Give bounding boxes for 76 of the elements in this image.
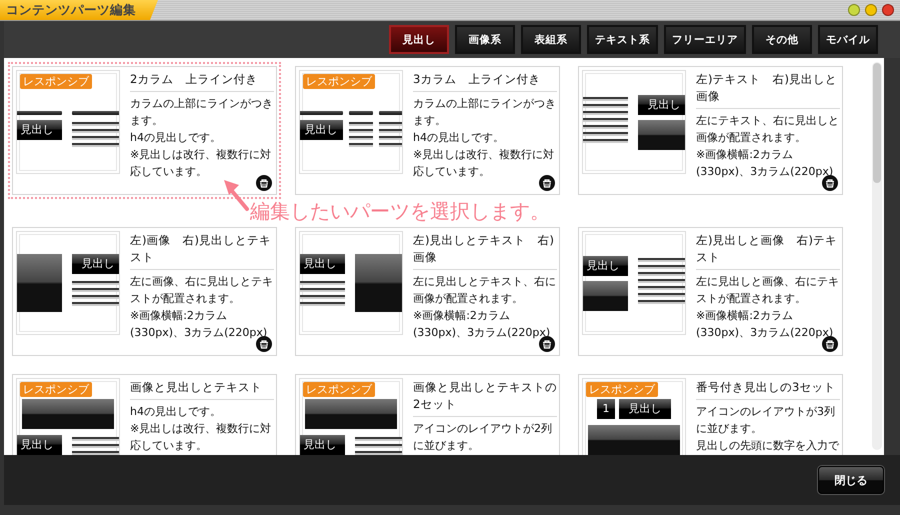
heading-label: 見出し	[300, 120, 343, 140]
rule-bar	[379, 111, 402, 115]
part-description: カラムの上部にラインがつきます。	[130, 96, 274, 129]
text-lines-icon	[638, 256, 685, 304]
part-description: h4の見出しです。	[130, 404, 222, 420]
number-label: 1	[597, 399, 615, 419]
part-description: 左に見出しと画像、右にテキストが配置されます。	[696, 274, 840, 307]
text-lines-icon	[300, 279, 345, 306]
image-block	[583, 280, 628, 310]
part-title: 番号付き見出しの3セット	[696, 375, 840, 400]
rule-bar	[17, 111, 62, 115]
heading-label: 見出し	[619, 399, 671, 419]
part-description: ※見出しは改行、複数行に対応しています。	[130, 147, 272, 180]
responsive-badge: レスポンシブ	[20, 382, 92, 397]
rule-bar	[349, 111, 373, 115]
part-description: 左に画像、右に見出しとテキストが配置されます。	[130, 274, 274, 307]
category-tab[interactable]: 画像系	[455, 25, 515, 54]
part-card[interactable]: レスポンシブ 見出し 2カラム 上ライン付き カラムの上部にラインがつきます。 h4の見出しです。 ※見出しは改行、複数行に対応しています。	[8, 62, 281, 199]
callout-text: 編集したいパーツを選択します。	[250, 198, 550, 224]
part-description: ※見出しは改行、複数行に対応しています。	[413, 147, 556, 180]
part-title: 3カラム 上ライン付き	[413, 67, 557, 92]
part-description: ※画像横幅:2カラム(330px)、3カラム(220px)	[413, 308, 552, 341]
part-title: 画像と見出しとテキストの2セット	[413, 375, 557, 417]
category-tab[interactable]: モバイル	[818, 25, 878, 54]
part-description: h4の見出しです。	[130, 130, 222, 146]
trash-icon[interactable]	[539, 175, 555, 191]
part-title: 左)見出しと画像 右)テキスト	[696, 228, 840, 270]
part-description: アイコンのレイアウトが2列に並びます。	[413, 421, 553, 454]
part-title: 左)テキスト 右)見出しと画像	[696, 67, 840, 109]
heading-label: 見出し	[300, 435, 345, 455]
part-title: 左)見出しとテキスト 右)画像	[413, 228, 557, 270]
category-tab[interactable]: テキスト系	[587, 25, 658, 54]
part-description: 左にテキスト、右に見出しと画像が配置されます。	[696, 113, 840, 146]
trash-icon[interactable]	[256, 175, 272, 191]
text-lines-icon	[72, 279, 119, 306]
heading-label: 見出し	[72, 254, 119, 274]
image-block	[355, 254, 402, 312]
text-lines-icon	[349, 120, 373, 147]
scrollbar[interactable]	[872, 62, 882, 450]
part-description: アイコンのレイアウトが3列に並びます。	[696, 404, 836, 437]
part-description: ※画像横幅:2カラム(330px)、3カラム(220px)	[696, 308, 834, 341]
part-description: 左に見出しとテキスト、右に画像が配置されます。	[413, 274, 557, 307]
category-tab[interactable]: 表組系	[521, 25, 581, 54]
window-control-button[interactable]	[882, 4, 894, 16]
part-title: 画像と見出しとテキスト	[130, 375, 274, 400]
category-tab[interactable]: フリーエリア	[664, 25, 746, 54]
responsive-badge: レスポンシブ	[303, 382, 375, 397]
category-tab[interactable]: その他	[752, 25, 812, 54]
image-block	[638, 120, 685, 150]
part-description: 見出しの先頭に数字を入力で	[696, 438, 840, 454]
text-lines-icon	[72, 120, 119, 147]
heading-label: 見出し	[17, 435, 62, 455]
text-lines-icon	[583, 94, 628, 142]
heading-label: 見出し	[638, 94, 685, 114]
part-description: カラムの上部にラインがつきます。	[413, 96, 557, 129]
part-description: ※見出しは改行、複数行に対応しています。	[130, 421, 272, 454]
heading-label: 見出し	[300, 254, 345, 274]
pointer-arrow	[224, 180, 249, 211]
part-description: ※画像横幅:2カラム(330px)、3カラム(220px)	[130, 308, 268, 341]
responsive-badge: レスポンシブ	[303, 74, 375, 89]
part-description: h4の見出しです。	[413, 130, 505, 146]
heading-label: 見出し	[17, 120, 62, 140]
category-tab[interactable]: 見出し	[389, 25, 449, 54]
responsive-badge: レスポンシブ	[586, 382, 658, 397]
part-title: 2カラム 上ライン付き	[130, 67, 274, 92]
text-lines-icon	[379, 120, 402, 147]
rule-bar	[72, 111, 119, 115]
window-control-button[interactable]	[865, 4, 877, 16]
rule-bar	[300, 111, 343, 115]
responsive-badge: レスポンシブ	[20, 74, 92, 89]
window-title: コンテンツパーツ編集	[0, 0, 158, 20]
part-description: ※画像横幅:2カラム(330px)、3カラム(220px)	[696, 147, 834, 180]
heading-label: 見出し	[583, 256, 628, 276]
part-title: 左)画像 右)見出しとテキスト	[130, 228, 274, 270]
image-block	[17, 254, 62, 312]
close-button[interactable]: 閉じる	[818, 466, 884, 494]
